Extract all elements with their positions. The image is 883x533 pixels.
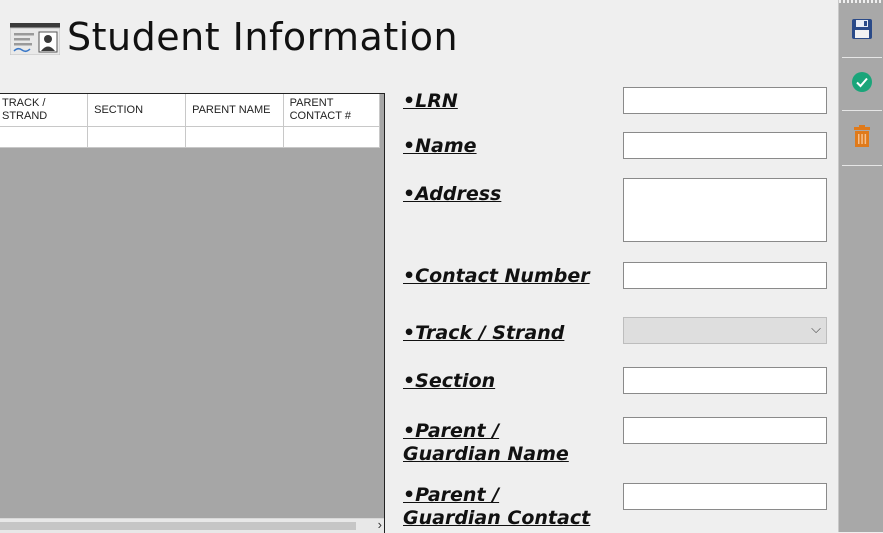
column-header-parent-name[interactable]: PARENT NAME xyxy=(185,94,284,127)
parent-guardian-contact-field[interactable] xyxy=(623,483,827,510)
save-icon xyxy=(851,18,873,45)
lrn-field[interactable] xyxy=(623,87,827,114)
section-label: •Section xyxy=(403,370,496,392)
section-field[interactable] xyxy=(623,367,827,394)
delete-icon xyxy=(854,125,870,152)
parent-guardian-name-label: •Parent / Guardian Name xyxy=(403,420,569,465)
delete-button[interactable] xyxy=(839,111,883,165)
page-title: Student Information xyxy=(67,15,459,59)
side-toolbar xyxy=(838,0,883,532)
track-strand-label: •Track / Strand xyxy=(403,322,565,344)
column-header-section[interactable]: SECTION xyxy=(87,94,187,127)
confirm-button[interactable] xyxy=(839,58,883,112)
column-header-parent-contact[interactable]: PARENT CONTACT # xyxy=(283,94,381,127)
table-cell[interactable] xyxy=(283,126,381,148)
horizontal-scrollbar[interactable]: › xyxy=(0,518,384,533)
name-label: •Name xyxy=(403,135,477,157)
parent-guardian-contact-label: •Parent / Guardian Contact xyxy=(403,484,591,529)
track-strand-select[interactable]: ⌵ xyxy=(623,317,827,344)
scroll-right-icon[interactable]: › xyxy=(378,518,382,532)
check-circle-icon xyxy=(852,72,872,97)
chevron-down-icon[interactable]: ⌵ xyxy=(811,321,821,337)
students-grid[interactable]: TRACK / STRAND SECTION PARENT NAME PAREN… xyxy=(0,93,385,533)
lrn-label: •LRN xyxy=(403,90,458,112)
header: Student Information xyxy=(0,0,838,80)
table-cell[interactable] xyxy=(87,126,187,148)
table-row[interactable] xyxy=(0,126,381,148)
address-field[interactable] xyxy=(623,178,827,242)
student-id-card-icon xyxy=(9,21,61,56)
contact-number-field[interactable] xyxy=(623,262,827,289)
address-label: •Address xyxy=(403,183,502,205)
table-cell[interactable] xyxy=(0,126,89,148)
students-table: TRACK / STRAND SECTION PARENT NAME PAREN… xyxy=(0,94,381,148)
save-button[interactable] xyxy=(839,2,883,56)
parent-guardian-name-field[interactable] xyxy=(623,417,827,444)
contact-number-label: •Contact Number xyxy=(403,265,590,287)
table-cell[interactable] xyxy=(185,126,284,148)
scrollbar-thumb[interactable] xyxy=(0,522,356,530)
column-header-track-strand[interactable]: TRACK / STRAND xyxy=(0,94,89,127)
name-field[interactable] xyxy=(623,132,827,159)
toolbar-divider xyxy=(842,165,882,166)
